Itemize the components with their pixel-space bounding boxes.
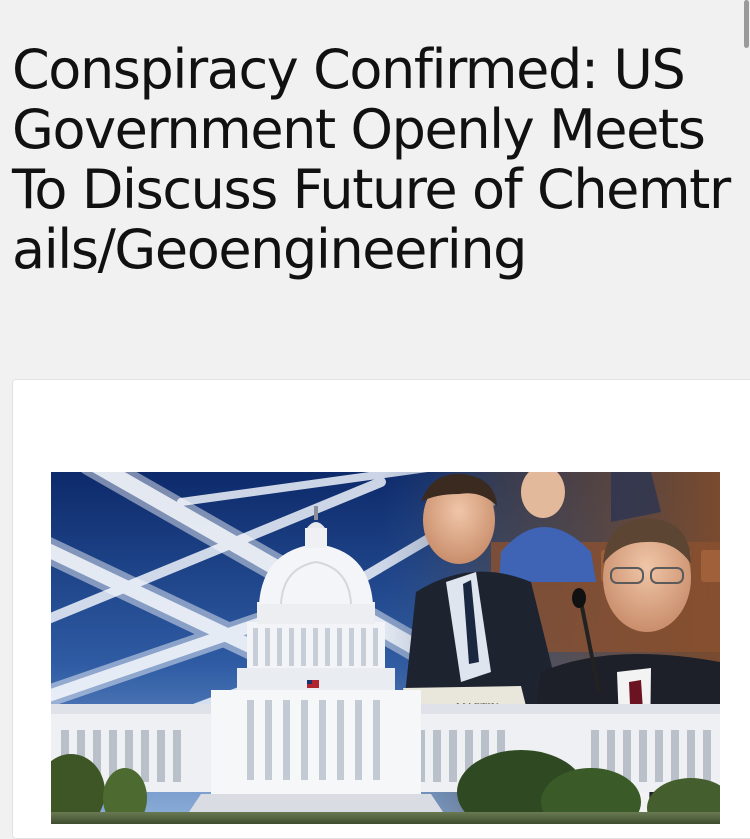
article-title: Conspiracy Confirmed: US Government Open… — [12, 38, 731, 281]
article-card: MARTIN — [12, 379, 750, 839]
scrollbar-thumb[interactable] — [744, 0, 749, 48]
hero-image: MARTIN — [51, 472, 720, 824]
